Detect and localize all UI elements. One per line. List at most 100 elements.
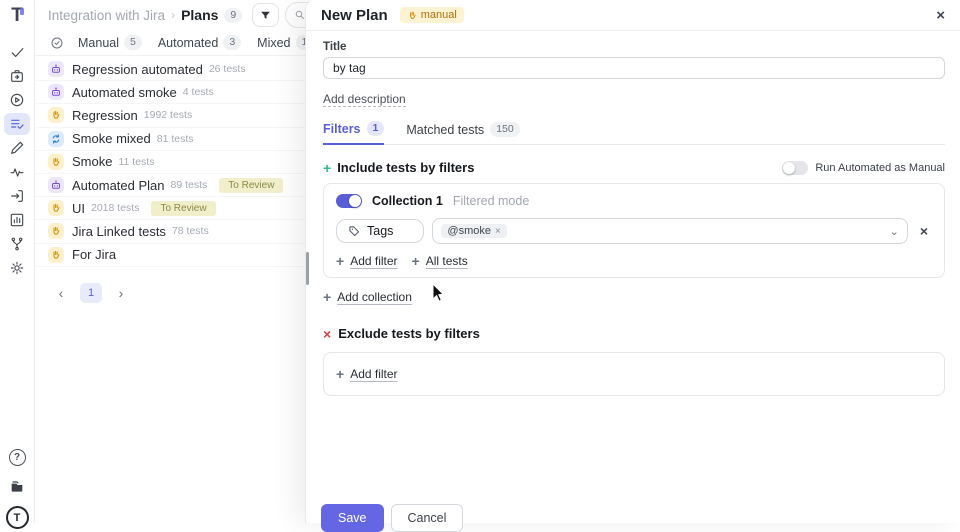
plan-row[interactable]: Jira Linked tests 78 tests — [36, 220, 316, 244]
new-plan-drawer: New Plan manual × Title Add description … — [305, 0, 960, 532]
plan-row[interactable]: Smoke mixed 81 tests — [36, 128, 316, 151]
tab-manual[interactable]: Manual 5 — [78, 35, 142, 50]
automated-plan-icon — [48, 61, 64, 78]
gear-icon[interactable] — [4, 257, 30, 279]
tab-matched-tests[interactable]: Matched tests 150 — [406, 122, 520, 144]
exclude-section-title: Exclude tests by filters — [338, 326, 480, 341]
plan-type-badge: manual — [399, 7, 464, 23]
breadcrumb-project[interactable]: Integration with Jira — [48, 8, 165, 23]
page-current[interactable]: 1 — [80, 282, 102, 303]
page-next-icon[interactable]: › — [112, 285, 130, 301]
collection-card: Collection 1 Filtered mode Tags @smoke ×… — [323, 183, 945, 278]
library-icon[interactable] — [4, 475, 30, 497]
plan-title: Smoke — [72, 154, 113, 170]
manual-plan-icon — [48, 223, 64, 240]
exclude-x-icon: × — [323, 325, 332, 342]
drawer-title: New Plan — [321, 6, 388, 24]
manual-plan-icon — [48, 153, 64, 170]
plan-title: Jira Linked tests — [72, 223, 166, 239]
tags-value-select[interactable]: @smoke × ⌄ — [432, 218, 908, 244]
include-section-header: + Include tests by filters Run Automated… — [323, 160, 945, 175]
plans-list-check-icon[interactable] — [4, 113, 30, 135]
accessibility-icon[interactable]: T — [5, 506, 29, 529]
save-button[interactable]: Save — [321, 504, 384, 532]
app-root: T ? T Integration with Jira › Plans 9 Se… — [0, 0, 960, 532]
collection-header: Collection 1 Filtered mode — [336, 194, 932, 208]
icon-rail: T ? T — [0, 0, 35, 529]
add-description-link[interactable]: Add description — [323, 92, 406, 107]
exclude-card: + Add filter — [323, 352, 945, 396]
close-icon[interactable]: × — [936, 8, 945, 23]
all-tests-link[interactable]: + All tests — [412, 254, 468, 268]
app-logo[interactable]: T — [11, 6, 24, 26]
status-badge: To Review — [219, 177, 284, 193]
funnel-icon — [261, 11, 271, 19]
drawer-footer: Save Cancel — [321, 504, 464, 532]
page-title: Plans — [181, 7, 219, 23]
plan-test-count: 78 tests — [171, 225, 209, 238]
collection-filter-row: Tags @smoke × ⌄ × — [336, 218, 932, 244]
manual-plan-icon — [48, 246, 64, 263]
drawer-header: New Plan manual × — [306, 0, 960, 31]
plan-test-count: 26 tests — [208, 63, 246, 76]
branch-icon[interactable] — [4, 233, 30, 255]
tags-filter-button[interactable]: Tags — [336, 219, 425, 243]
add-filter-link[interactable]: + Add filter — [336, 254, 398, 268]
drawer-resize-handle[interactable] — [306, 252, 309, 285]
chart-box-icon[interactable] — [4, 209, 30, 231]
plan-test-count: 81 tests — [156, 132, 194, 145]
plan-row[interactable]: Regression automated 26 tests — [36, 58, 316, 82]
mixed-plan-icon — [48, 130, 64, 147]
select-all-icon[interactable] — [50, 36, 64, 50]
pen-icon[interactable] — [4, 137, 30, 159]
pagination: ‹ 1 › — [52, 282, 316, 303]
exclude-section-header: × Exclude tests by filters — [323, 326, 945, 341]
exclude-add-filter-link[interactable]: + Add filter — [336, 367, 398, 381]
run-automated-toggle[interactable] — [782, 160, 809, 175]
title-input[interactable] — [323, 57, 945, 79]
add-collection-link[interactable]: + Add collection — [323, 290, 945, 304]
run-automated-label: Run Automated as Manual — [815, 161, 945, 174]
manual-hand-icon — [409, 11, 416, 19]
pulse-icon[interactable] — [4, 161, 30, 183]
tab-automated[interactable]: Automated 3 — [158, 35, 242, 50]
chevron-down-icon[interactable]: ⌄ — [890, 225, 899, 238]
collection-toggle[interactable] — [336, 194, 362, 208]
automated-plan-icon — [48, 84, 64, 101]
plans-tabbar: Manual5 Automated3 Mixed1 Generated — [36, 30, 388, 56]
plans-header: Integration with Jira › Plans 9 × — [36, 0, 359, 30]
tab-filters[interactable]: Filters 1 — [323, 121, 385, 145]
plus-icon: + — [323, 159, 332, 176]
breadcrumb-separator: › — [171, 8, 176, 22]
plan-row[interactable]: Automated smoke 4 tests — [36, 81, 316, 105]
collection-name: Collection 1 — [372, 194, 443, 208]
page-prev-icon[interactable]: ‹ — [52, 285, 70, 301]
status-badge: To Review — [151, 200, 216, 216]
cancel-button[interactable]: Cancel — [390, 504, 464, 532]
title-label: Title — [323, 41, 347, 53]
plan-title: For Jira — [72, 247, 117, 263]
plan-test-count: 89 tests — [170, 179, 208, 192]
plans-count-badge: 9 — [224, 7, 243, 23]
plan-row[interactable]: Regression 1992 tests — [36, 104, 316, 128]
remove-filter-icon[interactable]: × — [916, 223, 932, 239]
plan-row[interactable]: For Jira — [36, 244, 316, 267]
results-check-icon[interactable] — [4, 41, 30, 63]
plan-test-count: 11 tests — [118, 155, 155, 168]
filter-button[interactable] — [252, 3, 280, 27]
rail-bottom: ? T — [4, 449, 30, 529]
drawer-tabs: Filters 1 Matched tests 150 — [323, 121, 945, 145]
plan-row[interactable]: Automated Plan 89 tests To Review — [36, 174, 316, 198]
plan-title: Regression — [72, 107, 138, 123]
import-icon[interactable] — [4, 185, 30, 207]
plan-row[interactable]: UI 2018 tests To Review — [36, 197, 316, 221]
plan-title: UI — [72, 200, 85, 216]
chip-remove-icon[interactable]: × — [495, 226, 501, 237]
include-section-title: Include tests by filters — [337, 160, 475, 175]
plan-row[interactable]: Smoke 11 tests — [36, 151, 316, 174]
plan-title: Regression automated — [72, 61, 203, 77]
runs-briefcase-icon[interactable] — [4, 65, 30, 87]
play-circle-icon[interactable] — [4, 89, 30, 111]
help-icon[interactable]: ? — [8, 449, 26, 466]
collection-links: + Add filter + All tests — [336, 254, 932, 268]
